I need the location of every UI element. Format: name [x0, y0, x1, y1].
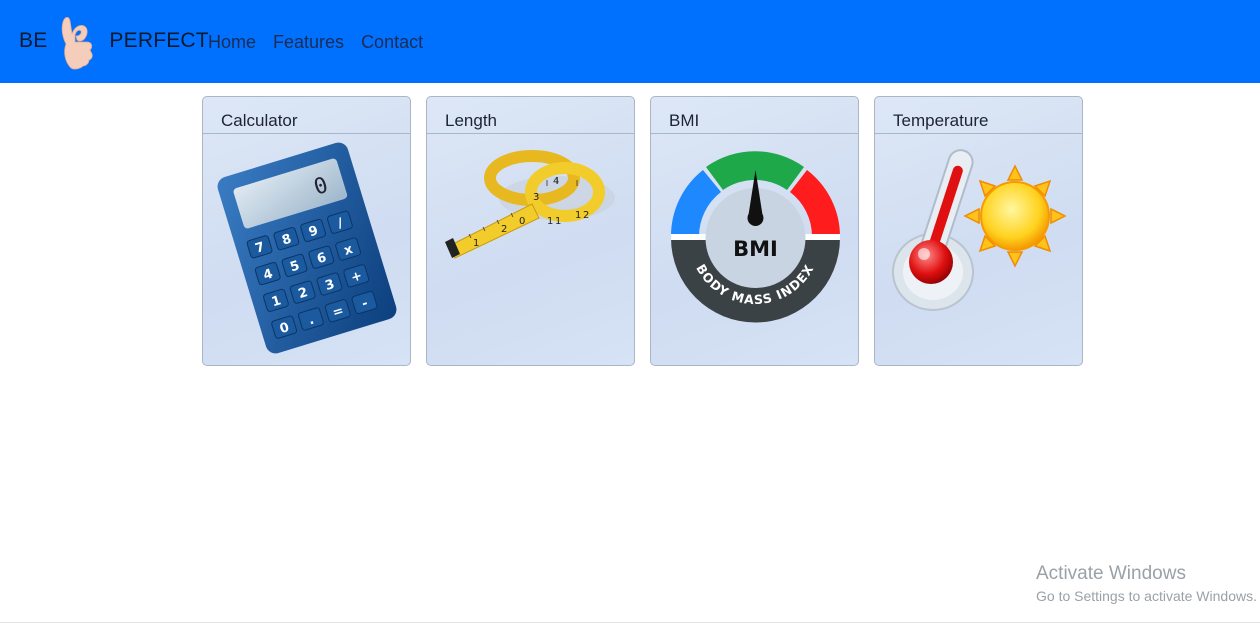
nav-contact-link[interactable]: Contact [361, 30, 423, 54]
tape-measure-icon: 1 2 3 4 1 1 1 2 0 [445, 150, 615, 259]
feature-cards: Calculator 0 7 8 9 / 4 5 6 x 1 2 3 + 0 .… [202, 96, 1083, 366]
navbar: BE PERFECT Home Features Contact [0, 0, 1260, 83]
bmi-card[interactable]: BMI BMI BODY MASS INDEX [650, 96, 859, 366]
ok-hand-icon [62, 16, 94, 70]
nav-features-link[interactable]: Features [273, 30, 344, 54]
thermometer-sun-icon [892, 149, 1067, 311]
calculator-card[interactable]: Calculator 0 7 8 9 / 4 5 6 x 1 2 3 + 0 .… [202, 96, 411, 366]
card-title: BMI [651, 97, 858, 134]
tape-mark: 3 [533, 192, 539, 203]
brand-be-text: BE [19, 29, 48, 52]
tape-mark: 2 [583, 210, 589, 221]
length-card[interactable]: Length 1 2 3 4 1 1 1 2 0 [426, 96, 635, 366]
activate-windows-watermark: Activate Windows Go to Settings to activ… [1036, 563, 1257, 606]
watermark-subtitle: Go to Settings to activate Windows. [1036, 588, 1257, 604]
tape-mark: 1 [547, 216, 553, 227]
nav-links: Home Features Contact [208, 30, 423, 54]
page-bottom-divider [0, 622, 1260, 623]
tape-mark: 1 [555, 216, 561, 227]
watermark-title: Activate Windows [1036, 563, 1186, 584]
tape-mark: 2 [501, 224, 507, 235]
bmi-gauge-icon: BMI BODY MASS INDEX [671, 151, 840, 323]
card-title: Temperature [875, 97, 1082, 134]
card-title: Length [427, 97, 634, 134]
bmi-label: BMI [733, 237, 778, 261]
tape-mark: 1 [473, 238, 479, 249]
calculator-icon: 0 7 8 9/ 456x 1 2 3 + 0. = - [217, 142, 397, 354]
tape-mark: 1 [575, 210, 581, 221]
nav-home-link[interactable]: Home [208, 30, 256, 54]
tape-mark: 4 [553, 176, 559, 187]
temperature-card[interactable]: Temperature [874, 96, 1083, 366]
card-title: Calculator [203, 97, 410, 134]
tape-mark: 0 [519, 216, 525, 227]
brand-logo[interactable]: BE PERFECT [19, 12, 209, 70]
brand-perfect-text: PERFECT [109, 29, 209, 52]
